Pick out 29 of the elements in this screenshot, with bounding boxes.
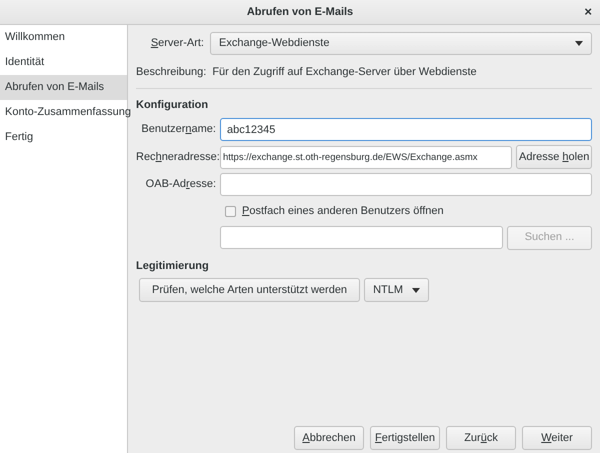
sidebar-item[interactable]: Willkommen [0,25,127,50]
checkbox[interactable] [225,206,236,217]
auth-method-dropdown[interactable]: NTLM [364,278,430,302]
fetch-address-button[interactable]: Adresse holen [516,145,592,169]
text-field[interactable]: abc12345 [220,118,592,141]
close-button[interactable]: × [584,5,592,18]
text-field[interactable]: https://exchange.st.oth-regensburg.de/EWS/Exchange.asmx [220,146,512,168]
checkbox-label: Postfach eines anderen Benutzers öffnen [242,204,444,219]
description-text: Für den Zugriff auf Exchange-Server über Webdienste [212,65,477,80]
field-label: Beschreibung: [136,65,206,80]
field-label: Benutzername: [140,122,216,138]
sidebar-item[interactable]: Fertig [0,125,127,150]
check-methods-button[interactable]: Prüfen, welche Arten unterstützt werden [139,278,360,302]
server-type-dropdown[interactable]: Exchange-Webdienste [210,32,592,55]
wizard-button[interactable]: Fertigstellen [370,426,440,450]
sidebar-item[interactable]: Abrufen von E-Mails [0,75,127,100]
wizard-button[interactable]: Abbrechen [294,426,364,450]
dropdown-caret-icon [412,288,420,292]
text-field[interactable] [220,226,503,249]
wizard-button[interactable]: Zurück [446,426,516,450]
dropdown-caret-icon [575,41,583,46]
wizard-button[interactable]: Weiter [522,426,592,450]
sidebar-item[interactable]: Identität [0,50,127,75]
field-label: OAB-Adresse: [144,177,216,192]
window-title: Abrufen von E-Mails [246,4,354,20]
field-label: Server-Art: [150,36,204,52]
section-heading: Konfiguration [136,98,210,112]
section-heading: Legitimierung [136,258,210,274]
text-field[interactable] [220,173,592,196]
